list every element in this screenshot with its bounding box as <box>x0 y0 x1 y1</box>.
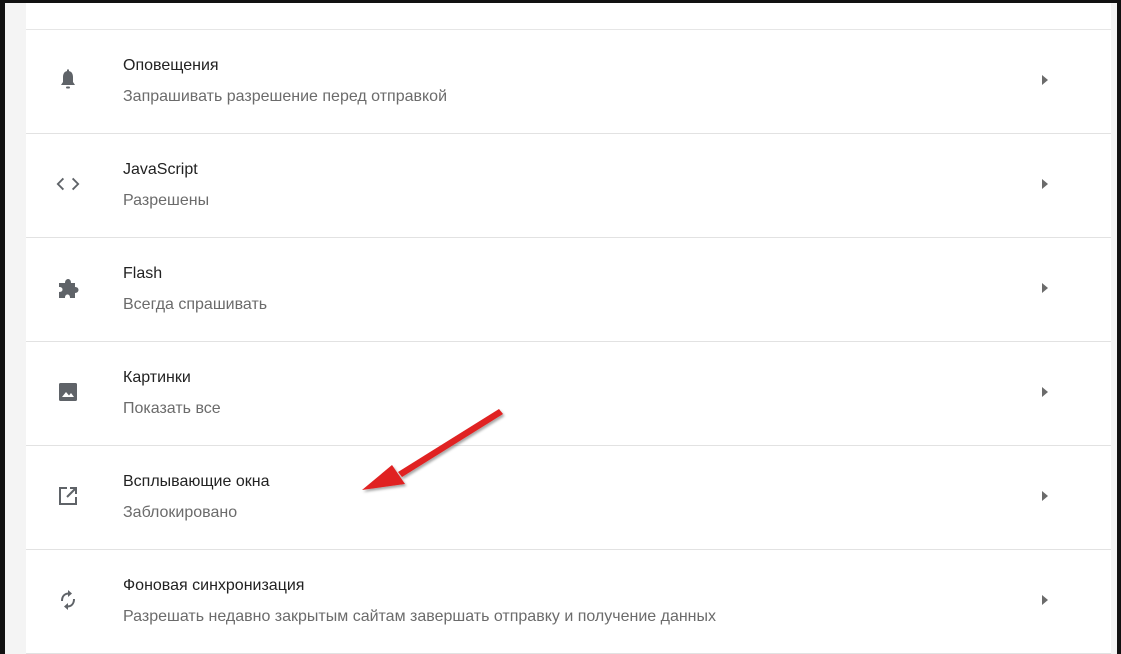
row-title: Flash <box>123 265 163 282</box>
image-icon <box>56 380 80 404</box>
bell-icon <box>56 68 80 92</box>
code-icon <box>56 172 80 196</box>
row-title: Картинки <box>123 369 191 386</box>
settings-row-images[interactable]: Картинки Показать все <box>26 342 1111 446</box>
settings-row-background-sync[interactable]: Фоновая синхронизация Разрешать недавно … <box>26 550 1111 654</box>
row-subtitle: Разрешены <box>123 192 210 209</box>
row-subtitle: Заблокировано <box>123 504 238 521</box>
settings-row-flash[interactable]: Flash Всегда спрашивать <box>26 238 1111 342</box>
row-title: Оповещения <box>123 57 219 74</box>
row-title: Всплывающие окна <box>123 473 270 490</box>
row-title: Фоновая синхронизация <box>123 577 305 594</box>
settings-row-javascript[interactable]: JavaScript Разрешены <box>26 134 1111 238</box>
chevron-right-icon[interactable] <box>1040 74 1050 86</box>
puzzle-icon <box>56 276 80 300</box>
chevron-right-icon[interactable] <box>1040 594 1050 606</box>
right-gutter <box>1111 3 1117 654</box>
chevron-right-icon[interactable] <box>1040 490 1050 502</box>
chevron-right-icon[interactable] <box>1040 386 1050 398</box>
open-in-new-icon <box>56 484 80 508</box>
settings-row-popups[interactable]: Всплывающие окна Заблокировано <box>26 446 1111 550</box>
row-title: JavaScript <box>123 161 198 178</box>
left-gutter <box>5 3 26 654</box>
chevron-right-icon[interactable] <box>1040 282 1050 294</box>
row-subtitle: Всегда спрашивать <box>123 296 268 313</box>
row-subtitle: Разрешать недавно закрытым сайтам заверш… <box>123 608 717 625</box>
row-subtitle: Запрашивать разрешение перед отправкой <box>123 88 448 105</box>
chevron-right-icon[interactable] <box>1040 178 1050 190</box>
sync-icon <box>56 588 80 612</box>
row-subtitle: Показать все <box>123 400 221 417</box>
settings-row-notifications[interactable]: Оповещения Запрашивать разрешение перед … <box>26 30 1111 134</box>
